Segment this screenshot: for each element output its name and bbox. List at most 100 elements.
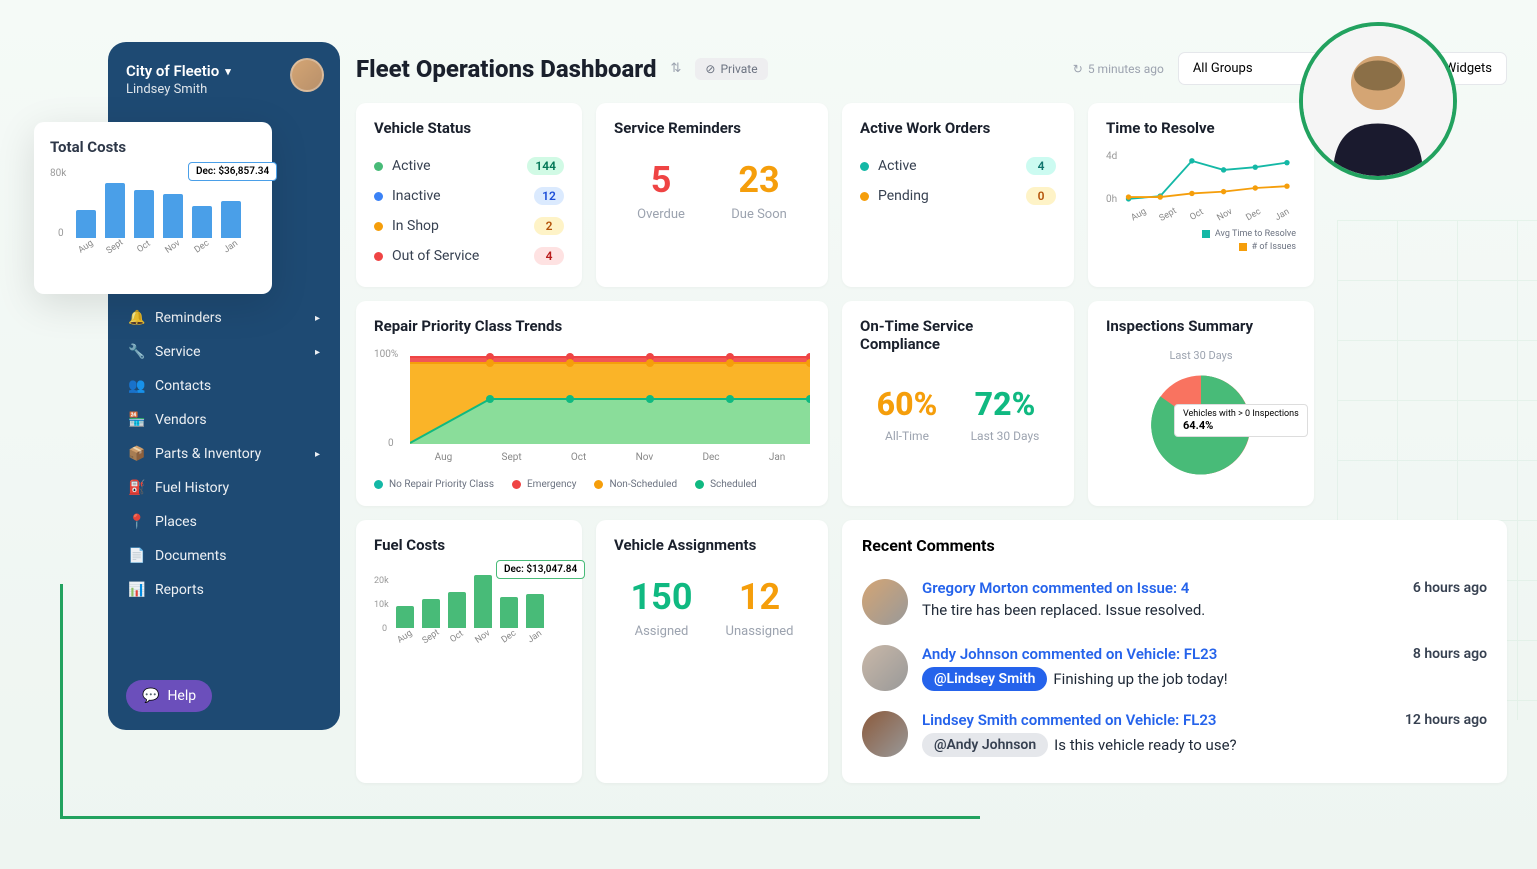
metric-label: Due Soon bbox=[731, 207, 787, 222]
refresh-icon: ↻ bbox=[1073, 62, 1083, 76]
bar bbox=[526, 594, 544, 628]
comment-link[interactable]: Andy Johnson commented on Vehicle: FL23 bbox=[922, 645, 1217, 663]
metric-value: 60% bbox=[877, 385, 938, 423]
sidebar-item-documents[interactable]: 📄Documents bbox=[108, 539, 340, 573]
x-label: Aug bbox=[395, 628, 415, 647]
inspections-card: Inspections Summary Last 30 Days Vehicle… bbox=[1088, 301, 1314, 506]
pin-icon: 📍 bbox=[128, 514, 144, 530]
x-label: Sept bbox=[104, 237, 126, 257]
avatar[interactable] bbox=[862, 711, 908, 757]
metric-value: 12 bbox=[726, 578, 794, 618]
help-label: Help bbox=[167, 688, 196, 704]
mention-pill[interactable]: @Lindsey Smith bbox=[922, 667, 1047, 691]
status-count: 4 bbox=[1026, 157, 1056, 175]
help-button[interactable]: 💬 Help bbox=[126, 680, 212, 712]
nav-label: Service bbox=[155, 344, 201, 360]
pie-chart: Vehicles with > 0 Inspections 64.4% bbox=[1146, 370, 1256, 480]
legend-dot bbox=[1202, 230, 1210, 238]
status-row[interactable]: Active4 bbox=[860, 151, 1056, 181]
page-title: Fleet Operations Dashboard bbox=[356, 55, 657, 83]
x-label: Oct bbox=[1189, 207, 1206, 223]
sidebar-item-vendors[interactable]: 🏪Vendors bbox=[108, 403, 340, 437]
presenter-avatar bbox=[1299, 22, 1457, 180]
avatar[interactable] bbox=[862, 645, 908, 691]
x-label: Dec bbox=[1245, 207, 1263, 223]
comment-time: 8 hours ago bbox=[1413, 646, 1487, 662]
x-label: Sept bbox=[421, 628, 441, 647]
recent-comments-card: Recent Comments Gregory Morton commented… bbox=[842, 520, 1507, 783]
avatar[interactable] bbox=[862, 579, 908, 625]
privacy-label: Private bbox=[720, 62, 757, 76]
legend-label: No Repair Priority Class bbox=[389, 479, 494, 490]
status-row[interactable]: Pending0 bbox=[860, 181, 1056, 211]
sidebar-item-parts[interactable]: 📦Parts & Inventory▸ bbox=[108, 437, 340, 471]
legend-dot bbox=[512, 480, 521, 489]
privacy-badge[interactable]: ⊘ Private bbox=[695, 58, 767, 80]
vehicle-status-card: Vehicle Status Active144Inactive12In Sho… bbox=[356, 103, 582, 287]
bar bbox=[105, 183, 125, 238]
card-title: On-Time Service Compliance bbox=[860, 317, 1056, 353]
sidebar-item-fuel[interactable]: ⛽Fuel History bbox=[108, 471, 340, 505]
chart-tooltip: Dec: $13,047.84 bbox=[496, 560, 585, 579]
bar bbox=[474, 575, 492, 628]
metric-label: Assigned bbox=[631, 624, 693, 639]
status-count: 4 bbox=[534, 247, 564, 265]
status-row[interactable]: Inactive12 bbox=[374, 181, 564, 211]
y-tick: 80k bbox=[50, 168, 66, 179]
nav-label: Contacts bbox=[155, 378, 211, 394]
y-tick: 100% bbox=[374, 349, 398, 360]
mention-pill[interactable]: @Andy Johnson bbox=[922, 733, 1048, 757]
time-resolve-card: Time to Resolve 4d 0h AugSeptOctNovDecJa… bbox=[1088, 103, 1314, 287]
x-label: Nov bbox=[473, 628, 493, 647]
status-row[interactable]: Active 144 bbox=[374, 151, 564, 181]
eye-off-icon: ⊘ bbox=[705, 62, 715, 76]
x-label: Oct bbox=[571, 452, 586, 463]
store-icon: 🏪 bbox=[128, 412, 144, 428]
chart-tooltip: Dec: $36,857.34 bbox=[188, 162, 277, 181]
status-count: 12 bbox=[534, 187, 564, 205]
sidebar-item-places[interactable]: 📍Places bbox=[108, 505, 340, 539]
comment-text: The tire has been replaced. Issue resolv… bbox=[922, 601, 1205, 619]
status-count: 144 bbox=[527, 157, 564, 175]
legend-dot bbox=[374, 480, 383, 489]
legend-label: Scheduled bbox=[710, 479, 757, 490]
legend-dot bbox=[594, 480, 603, 489]
status-row[interactable]: Out of Service 4 bbox=[374, 241, 564, 271]
tooltip-value: 64.4% bbox=[1183, 419, 1299, 432]
card-title: Vehicle Assignments bbox=[614, 536, 810, 554]
comment-link[interactable]: Gregory Morton commented on Issue: 4 bbox=[922, 579, 1189, 597]
expand-icon[interactable]: ⇅ bbox=[671, 61, 682, 76]
status-label: Active bbox=[392, 158, 431, 174]
sidebar-item-contacts[interactable]: 👥Contacts bbox=[108, 369, 340, 403]
status-dot bbox=[374, 222, 383, 231]
chevron-right-icon: ▸ bbox=[315, 449, 320, 460]
avatar[interactable] bbox=[290, 58, 324, 92]
chevron-right-icon: ▸ bbox=[315, 313, 320, 324]
comment-link[interactable]: Lindsey Smith commented on Vehicle: FL23 bbox=[922, 711, 1216, 729]
x-label: Jan bbox=[769, 452, 785, 463]
x-label: Nov bbox=[636, 452, 654, 463]
y-tick: 0h bbox=[1106, 194, 1117, 205]
y-tick: 10k bbox=[374, 600, 389, 610]
sidebar-item-reminders[interactable]: 🔔Reminders▸ bbox=[108, 301, 340, 335]
x-label: Oct bbox=[447, 628, 467, 647]
sidebar-item-service[interactable]: 🔧Service▸ bbox=[108, 335, 340, 369]
status-row[interactable]: In Shop2 bbox=[374, 211, 564, 241]
x-label: Jan bbox=[1273, 207, 1291, 223]
card-title: Recent Comments bbox=[862, 536, 1487, 555]
document-icon: 📄 bbox=[128, 548, 144, 564]
legend-label: Avg Time to Resolve bbox=[1215, 229, 1296, 239]
x-label: Aug bbox=[435, 452, 453, 463]
x-label: Sept bbox=[1158, 206, 1179, 224]
org-name-label: City of Fleetio bbox=[126, 62, 219, 80]
sidebar-item-reports[interactable]: 📊Reports bbox=[108, 573, 340, 607]
dropdown-value: All Groups bbox=[1193, 61, 1253, 76]
fuel-icon: ⛽ bbox=[128, 480, 144, 496]
nav-label: Parts & Inventory bbox=[155, 446, 261, 462]
fuel-costs-card: Fuel Costs 20k 10k 0 Dec: $13,047.84 Aug… bbox=[356, 520, 582, 783]
status-label: Out of Service bbox=[392, 248, 479, 264]
comment-item: Lindsey Smith commented on Vehicle: FL23… bbox=[862, 701, 1487, 767]
refresh-indicator[interactable]: ↻ 5 minutes ago bbox=[1073, 62, 1164, 76]
work-orders-card: Active Work Orders Active4Pending0 bbox=[842, 103, 1074, 287]
comment-text: Finishing up the job today! bbox=[1053, 670, 1227, 688]
